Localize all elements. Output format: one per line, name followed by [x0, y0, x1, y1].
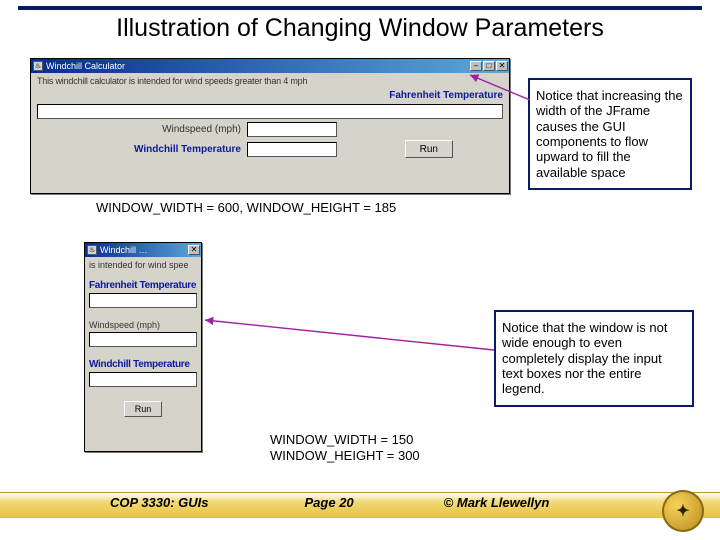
windchill-output [247, 142, 337, 157]
titlebar: ♨ Windchill Calculator – □ ✕ [31, 59, 509, 73]
narrow-window-caption: WINDOW_WIDTH = 150 WINDOW_HEIGHT = 300 [270, 432, 420, 463]
windchill-window-wide: ♨ Windchill Calculator – □ ✕ This windch… [30, 58, 510, 194]
close-icon[interactable]: ✕ [496, 61, 508, 71]
minimize-icon[interactable]: – [470, 61, 482, 71]
run-button[interactable]: Run [124, 401, 163, 417]
note-box-narrow: Notice that the window is not wide enoug… [494, 310, 694, 407]
windspeed-label: Windspeed (mph) [89, 320, 197, 330]
windchill-window-narrow: ♨ Windchill … ✕ is intended for wind spe… [84, 242, 202, 452]
note-box-wide: Notice that increasing the width of the … [528, 78, 692, 190]
ucf-logo-icon: ✦ [662, 490, 704, 532]
run-button[interactable]: Run [405, 140, 453, 158]
wide-window-caption: WINDOW_WIDTH = 600, WINDOW_HEIGHT = 185 [96, 200, 396, 215]
top-rule [18, 6, 702, 10]
legend-text: This windchill calculator is intended fo… [37, 76, 503, 86]
fahrenheit-input[interactable] [89, 293, 197, 308]
footer: COP 3330: GUIs Page 20 © Mark Llewellyn [0, 495, 720, 510]
java-cup-icon: ♨ [33, 61, 43, 71]
fahrenheit-input[interactable] [37, 104, 503, 119]
legend-text-cropped: is intended for wind spee [89, 260, 197, 270]
windchill-label: Windchill Temperature [37, 144, 247, 155]
footer-page: Page 20 [305, 495, 354, 510]
java-cup-icon: ♨ [87, 245, 97, 255]
fahrenheit-label: Fahrenheit Temperature [389, 90, 503, 101]
footer-course: COP 3330: GUIs [110, 495, 209, 510]
window-title-label: Windchill Calculator [46, 61, 125, 71]
windchill-label: Windchill Temperature [89, 359, 197, 370]
window-title-label: Windchill … [100, 245, 148, 255]
close-icon[interactable]: ✕ [188, 245, 200, 255]
footer-copyright: © Mark Llewellyn [444, 495, 550, 510]
windspeed-label: Windspeed (mph) [37, 124, 247, 135]
page-title: Illustration of Changing Window Paramete… [0, 14, 720, 43]
windspeed-input[interactable] [247, 122, 337, 137]
maximize-icon[interactable]: □ [483, 61, 495, 71]
windchill-output [89, 372, 197, 387]
fahrenheit-label: Fahrenheit Temperature [89, 280, 197, 291]
titlebar: ♨ Windchill … ✕ [85, 243, 201, 257]
windspeed-input[interactable] [89, 332, 197, 347]
